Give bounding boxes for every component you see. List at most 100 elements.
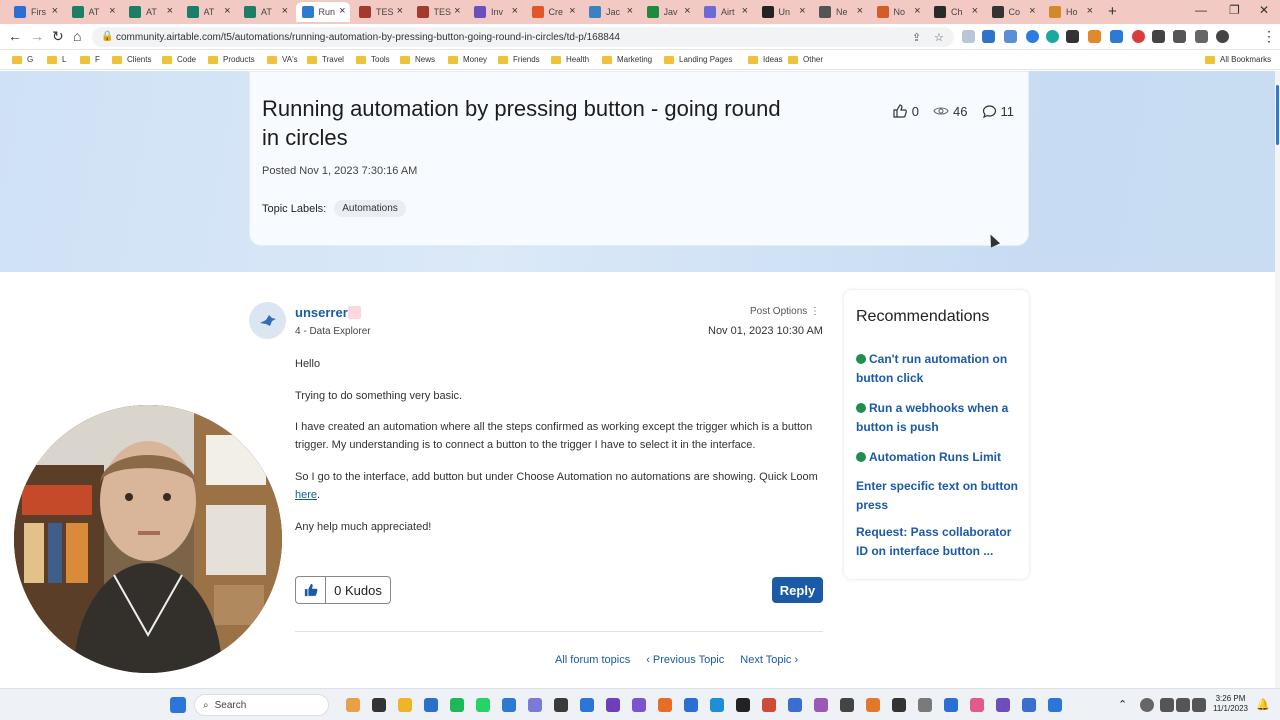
close-tab-icon[interactable]: × — [397, 5, 403, 17]
bookmark-folder[interactable]: F — [80, 55, 100, 64]
bookmark-folder[interactable]: Tools — [356, 55, 390, 64]
browser-tab[interactable]: Ch × — [928, 2, 982, 22]
extension-icon[interactable] — [1152, 30, 1165, 43]
taskbar-app-icon[interactable] — [502, 698, 516, 712]
browser-tab[interactable]: Jav × — [641, 2, 695, 22]
taskbar-app-icon[interactable] — [918, 698, 932, 712]
maximize-icon[interactable]: ❐ — [1229, 3, 1240, 17]
close-window-icon[interactable]: ✕ — [1259, 3, 1269, 17]
close-tab-icon[interactable]: × — [224, 5, 230, 17]
extension-icon[interactable] — [1046, 30, 1059, 43]
bookmark-folder[interactable]: G — [12, 55, 33, 64]
volume-icon[interactable] — [1176, 698, 1190, 712]
minimize-icon[interactable]: — — [1195, 3, 1207, 17]
close-tab-icon[interactable]: × — [52, 5, 58, 17]
extension-icon[interactable] — [1026, 30, 1039, 43]
loom-link[interactable]: here — [295, 489, 317, 501]
browser-tab[interactable]: AT × — [238, 2, 292, 22]
taskbar-app-icon[interactable] — [866, 698, 880, 712]
extension-icon[interactable] — [1066, 30, 1079, 43]
wifi-icon[interactable] — [1160, 698, 1174, 712]
recommendation-link[interactable]: Enter specific text on button press — [856, 477, 1021, 515]
browser-tab[interactable]: Run × — [295, 2, 350, 22]
back-icon[interactable]: ← — [8, 28, 22, 44]
browser-tab[interactable]: Co × — [986, 2, 1040, 22]
chevron-up-icon[interactable]: ⌃ — [1118, 698, 1132, 712]
close-tab-icon[interactable]: × — [627, 5, 633, 17]
taskbar-app-icon[interactable] — [372, 698, 386, 712]
bookmark-folder[interactable]: Code — [162, 55, 196, 64]
browser-tab[interactable]: Inv × — [468, 2, 522, 22]
browser-tab[interactable]: Ne × — [813, 2, 867, 22]
sidepanel-icon[interactable] — [1195, 30, 1208, 43]
reply-button[interactable]: Reply — [772, 577, 823, 603]
recommendation-link[interactable]: Automation Runs Limit — [856, 448, 1021, 467]
avatar[interactable] — [1216, 30, 1229, 43]
previous-topic-link[interactable]: ‹ Previous Topic — [646, 654, 724, 666]
taskbar-app-icon[interactable] — [398, 698, 412, 712]
taskbar-app-icon[interactable] — [450, 698, 464, 712]
taskbar-app-icon[interactable] — [970, 698, 984, 712]
recommendation-link[interactable]: Run a webhooks when a button is push — [856, 399, 1021, 437]
taskbar-app-icon[interactable] — [788, 698, 802, 712]
scrollbar-thumb[interactable] — [1276, 85, 1279, 145]
close-tab-icon[interactable]: × — [109, 5, 115, 17]
browser-tab[interactable]: AT × — [66, 2, 120, 22]
recommendation-link[interactable]: Request: Pass collaborator ID on interfa… — [856, 523, 1021, 561]
taskbar-app-icon[interactable] — [658, 698, 672, 712]
close-tab-icon[interactable]: × — [339, 5, 345, 17]
browser-tab[interactable]: Cre × — [526, 2, 580, 22]
bookmark-folder[interactable]: Money — [448, 55, 487, 64]
bookmark-folder[interactable]: Health — [551, 55, 589, 64]
browser-tab[interactable]: No × — [871, 2, 925, 22]
taskbar-app-icon[interactable] — [736, 698, 750, 712]
browser-tab[interactable]: Airt × — [698, 2, 752, 22]
recommendation-link[interactable]: Can't run automation on button click — [856, 350, 1021, 388]
kudos-button[interactable]: 0 Kudos — [295, 576, 391, 604]
taskbar-app-icon[interactable] — [814, 698, 828, 712]
bookmark-folder[interactable]: VA's — [267, 55, 298, 64]
taskbar-app-icon[interactable] — [1022, 698, 1036, 712]
taskbar-app-icon[interactable] — [996, 698, 1010, 712]
home-icon[interactable]: ⌂ — [73, 28, 81, 44]
label-chip[interactable]: Automations — [334, 200, 406, 217]
bookmark-folder[interactable]: Ideas — [748, 55, 783, 64]
bookmark-folder[interactable]: Friends — [498, 55, 540, 64]
taskbar-app-icon[interactable] — [1048, 698, 1062, 712]
taskbar-app-icon[interactable] — [554, 698, 568, 712]
close-tab-icon[interactable]: × — [569, 5, 575, 17]
extension-icon[interactable] — [1004, 30, 1017, 43]
close-tab-icon[interactable]: × — [857, 5, 863, 17]
post-options-menu[interactable]: Post Options ⋮ — [750, 306, 820, 317]
taskbar-app-icon[interactable] — [684, 698, 698, 712]
bookmark-folder[interactable]: Clients — [112, 55, 151, 64]
taskbar-app-icon[interactable] — [710, 698, 724, 712]
close-tab-icon[interactable]: × — [684, 5, 690, 17]
close-tab-icon[interactable]: × — [972, 5, 978, 17]
clock[interactable]: 3:26 PM 11/1/2023 — [1213, 694, 1248, 714]
next-topic-link[interactable]: Next Topic › — [740, 654, 798, 666]
bookmark-folder[interactable]: Marketing — [602, 55, 652, 64]
battery-icon[interactable] — [1192, 698, 1206, 712]
kudos-thumb-icon[interactable] — [296, 577, 326, 603]
close-tab-icon[interactable]: × — [512, 5, 518, 17]
close-tab-icon[interactable]: × — [454, 5, 460, 17]
all-topics-link[interactable]: All forum topics — [555, 654, 630, 666]
bookmark-folder[interactable]: Products — [208, 55, 255, 64]
taskbar-app-icon[interactable] — [632, 698, 646, 712]
scrollbar[interactable] — [1275, 71, 1280, 688]
notification-bell-icon[interactable]: 🔔 — [1256, 698, 1270, 712]
extension-icon[interactable] — [1110, 30, 1123, 43]
extension-icon[interactable] — [1132, 30, 1145, 43]
taskbar-app-icon[interactable] — [892, 698, 906, 712]
all-bookmarks[interactable]: All Bookmarks — [1205, 55, 1271, 64]
browser-tab[interactable]: AT × — [181, 2, 235, 22]
share-icon[interactable]: ⇪ — [912, 31, 921, 44]
kebab-menu-icon[interactable]: ⋮ — [1262, 28, 1276, 45]
star-icon[interactable]: ☆ — [934, 31, 944, 44]
bookmark-folder[interactable]: Other — [788, 55, 823, 64]
bookmark-folder[interactable]: Travel — [307, 55, 344, 64]
windows-start-icon[interactable] — [170, 697, 186, 713]
new-tab-button[interactable]: + — [1108, 3, 1117, 20]
browser-tab[interactable]: Firs × — [8, 2, 62, 22]
